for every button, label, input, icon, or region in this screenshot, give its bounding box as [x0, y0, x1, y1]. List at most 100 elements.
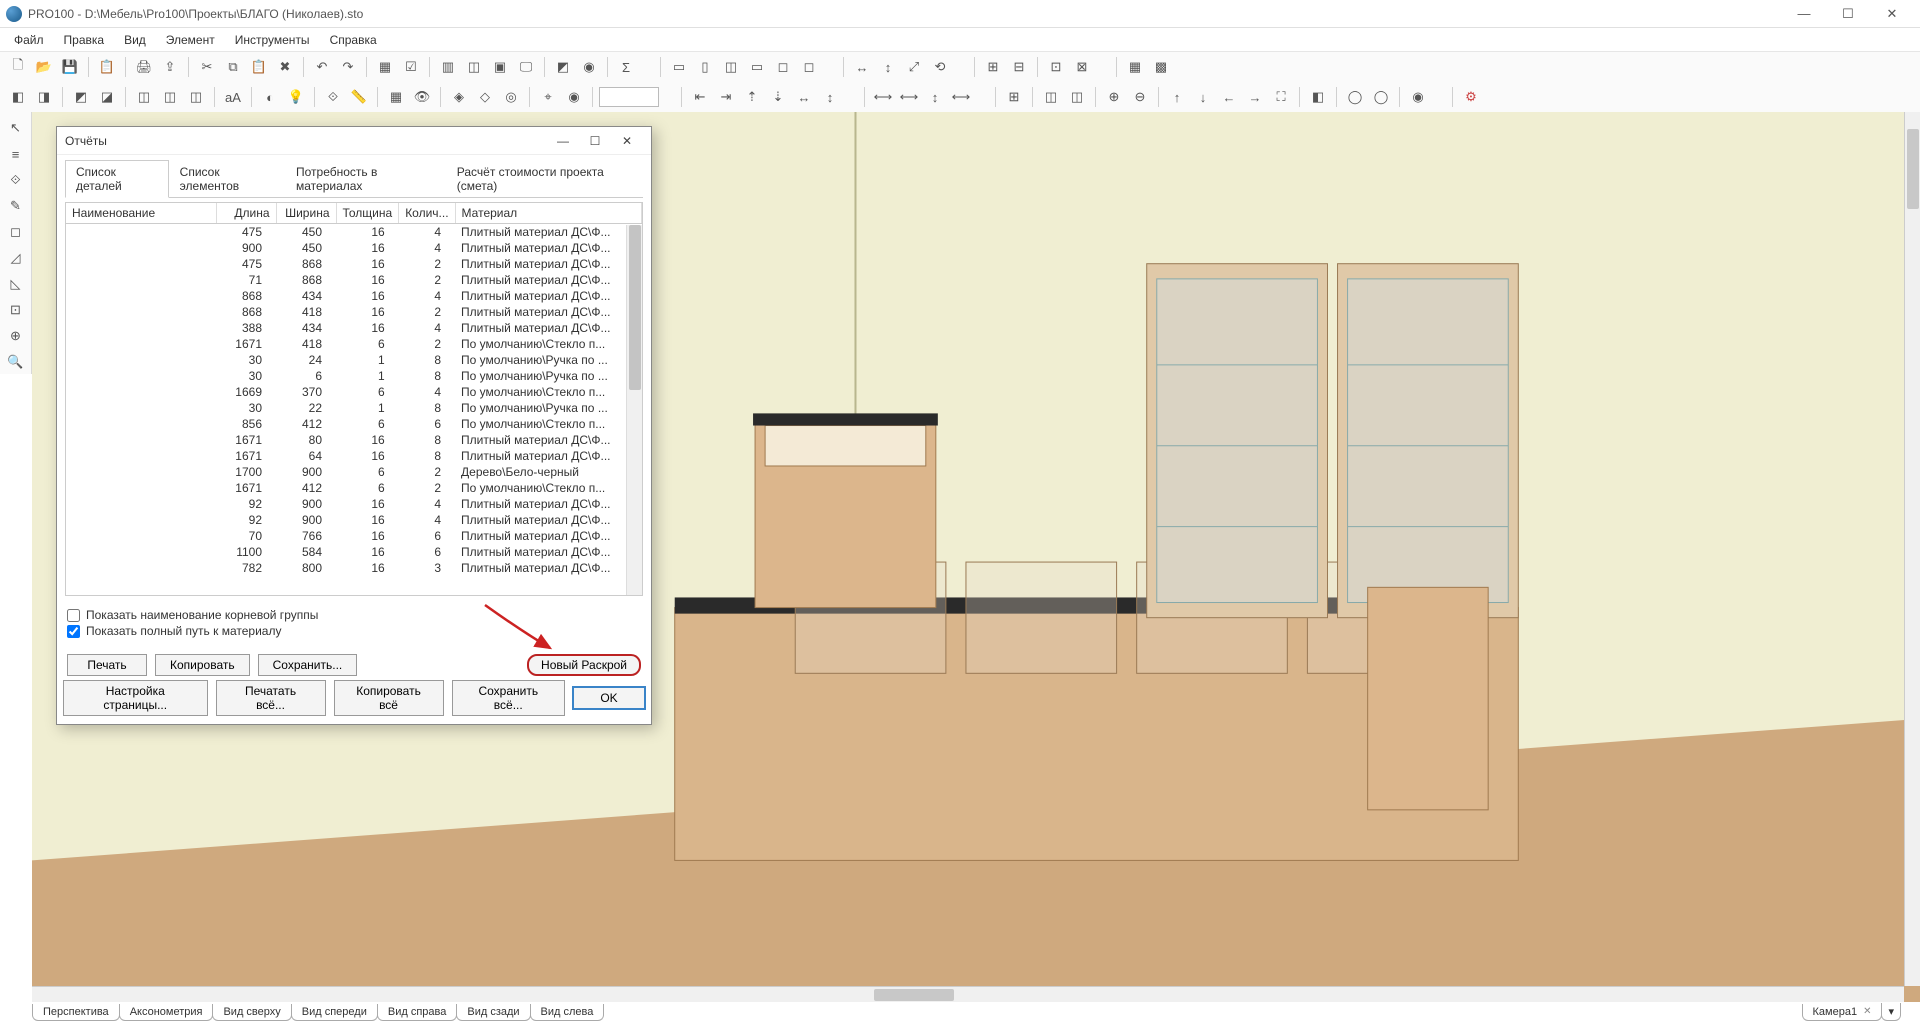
grid-icon[interactable]: ▦: [384, 85, 408, 109]
dim-icon[interactable]: ↕: [923, 85, 947, 109]
tool-icon[interactable]: ▭: [667, 55, 691, 79]
sigma-icon[interactable]: Σ: [614, 55, 638, 79]
dim-icon[interactable]: ⟷: [871, 85, 895, 109]
zoom-combo[interactable]: [599, 87, 659, 107]
open-icon[interactable]: 📂: [32, 55, 56, 79]
tool-icon[interactable]: ⊞: [981, 55, 1005, 79]
clip-icon[interactable]: ◧: [1306, 85, 1330, 109]
tool-icon[interactable]: ⊡: [1044, 55, 1068, 79]
tool-icon[interactable]: ⊠: [1070, 55, 1094, 79]
print-button[interactable]: Печать: [67, 654, 147, 676]
tool-icon[interactable]: ▥: [436, 55, 460, 79]
check-full-path[interactable]: Показать полный путь к материалу: [67, 624, 641, 638]
menu-view[interactable]: Вид: [114, 31, 156, 49]
tool-icon[interactable]: ◫: [719, 55, 743, 79]
print-all-button[interactable]: Печатать всё...: [216, 680, 326, 716]
tab-material-needs[interactable]: Потребность в материалах: [285, 160, 446, 198]
nav-icon[interactable]: ⊖: [1128, 85, 1152, 109]
view-icon[interactable]: ◫: [158, 85, 182, 109]
col-length[interactable]: Длина: [216, 203, 276, 224]
dialog-maximize-button[interactable]: ☐: [579, 130, 611, 152]
tab-axonometry[interactable]: Аксонометрия: [119, 1004, 214, 1021]
table-row[interactable]: 170090062Дерево\Бело-черный: [66, 464, 642, 480]
tool-icon[interactable]: ▣: [488, 55, 512, 79]
save-button[interactable]: Сохранить...: [258, 654, 358, 676]
tab-camera1[interactable]: Камера1 ✕: [1802, 1004, 1883, 1021]
align-icon[interactable]: ⇥: [714, 85, 738, 109]
light-icon[interactable]: 💡: [284, 85, 308, 109]
tool-icon[interactable]: ⟲: [928, 55, 952, 79]
table-row[interactable]: 475450164Плитный материал ДС\Ф...: [66, 224, 642, 241]
tool-icon[interactable]: ⟐: [321, 85, 345, 109]
pencil-icon[interactable]: ✎: [4, 194, 28, 218]
tool-icon[interactable]: ▯: [693, 55, 717, 79]
tool-icon[interactable]: ◺: [4, 272, 28, 296]
snap-icon[interactable]: ⊞: [1002, 85, 1026, 109]
cube-icon[interactable]: ◧: [6, 85, 30, 109]
tool-icon[interactable]: 🖵: [514, 55, 538, 79]
align-icon[interactable]: ⇣: [766, 85, 790, 109]
align-icon[interactable]: ↔: [792, 85, 816, 109]
viewport-scroll-v[interactable]: [1904, 112, 1920, 986]
checkbox-root-group[interactable]: [67, 609, 80, 622]
camera-menu[interactable]: ▾: [1881, 1003, 1901, 1021]
cube-icon[interactable]: ◨: [32, 85, 56, 109]
tab-elements-list[interactable]: Список элементов: [169, 160, 285, 198]
table-row[interactable]: 167180168Плитный материал ДС\Ф...: [66, 432, 642, 448]
check-root-group[interactable]: Показать наименование корневой группы: [67, 608, 641, 622]
table-row[interactable]: 167164168Плитный материал ДС\Ф...: [66, 448, 642, 464]
checkbox-full-path[interactable]: [67, 625, 80, 638]
dim-icon[interactable]: ⟷: [949, 85, 973, 109]
dialog-title-bar[interactable]: Отчёты — ☐ ✕: [57, 127, 651, 155]
col-thickness[interactable]: Толщина: [336, 203, 399, 224]
table-row[interactable]: 782800163Плитный материал ДС\Ф...: [66, 560, 642, 576]
tool-icon[interactable]: ⤢: [902, 55, 926, 79]
tool-icon[interactable]: ⊡: [4, 298, 28, 322]
viewport-scroll-h[interactable]: [32, 986, 1904, 1002]
tool-icon[interactable]: ◎: [499, 85, 523, 109]
nav-icon[interactable]: ⊕: [1102, 85, 1126, 109]
new-cut-button[interactable]: Новый Раскрой: [527, 654, 641, 676]
shadow-icon[interactable]: ◐: [258, 85, 282, 109]
tool-icon[interactable]: ◉: [577, 55, 601, 79]
catalog-icon[interactable]: ▦: [373, 55, 397, 79]
arrow-icon[interactable]: →: [1243, 85, 1267, 109]
print-icon[interactable]: 🖨: [132, 55, 156, 79]
tool-icon[interactable]: ⟐: [4, 168, 28, 192]
reports-icon[interactable]: ☑: [399, 55, 423, 79]
zoom-icon[interactable]: 🔍: [4, 350, 28, 374]
view-icon[interactable]: ◪: [95, 85, 119, 109]
tool-icon[interactable]: ↕: [876, 55, 900, 79]
table-scrollbar[interactable]: [626, 225, 642, 595]
tool-icon[interactable]: ⊕: [4, 324, 28, 348]
tab-parts-list[interactable]: Список деталей: [65, 160, 169, 198]
diamond-icon[interactable]: ◈: [447, 85, 471, 109]
tool-icon[interactable]: ◻: [771, 55, 795, 79]
table-row[interactable]: 166937064По умолчанию\Стекло п...: [66, 384, 642, 400]
tool-icon[interactable]: ◻: [4, 220, 28, 244]
table-row[interactable]: 70766166Плитный материал ДС\Ф...: [66, 528, 642, 544]
expand-icon[interactable]: ⛶: [1269, 85, 1293, 109]
tool-icon[interactable]: ≡: [4, 142, 28, 166]
cut-icon[interactable]: ✂: [195, 55, 219, 79]
tool-icon[interactable]: ▩: [1149, 55, 1173, 79]
arrow-icon[interactable]: ↓: [1191, 85, 1215, 109]
maximize-button[interactable]: ☐: [1826, 0, 1870, 28]
nav-icon[interactable]: ◫: [1039, 85, 1063, 109]
table-row[interactable]: 92900164Плитный материал ДС\Ф...: [66, 496, 642, 512]
table-row[interactable]: 475868162Плитный материал ДС\Ф...: [66, 256, 642, 272]
page-setup-button[interactable]: Настройка страницы...: [63, 680, 208, 716]
paste-icon[interactable]: 📋: [247, 55, 271, 79]
arrow-icon[interactable]: ←: [1217, 85, 1241, 109]
table-row[interactable]: 85641266По умолчанию\Стекло п...: [66, 416, 642, 432]
new-icon[interactable]: 🗋: [6, 55, 30, 79]
ok-button[interactable]: OK: [573, 687, 645, 709]
text-icon[interactable]: aA: [221, 85, 245, 109]
copy-all-button[interactable]: Копировать всё: [334, 680, 444, 716]
tab-left[interactable]: Вид слева: [530, 1004, 605, 1021]
tool-icon[interactable]: ↔: [850, 55, 874, 79]
camera-icon[interactable]: ◯: [1369, 85, 1393, 109]
menu-file[interactable]: Файл: [4, 31, 54, 49]
tab-top[interactable]: Вид сверху: [212, 1004, 291, 1021]
save-all-button[interactable]: Сохранить всё...: [452, 680, 565, 716]
